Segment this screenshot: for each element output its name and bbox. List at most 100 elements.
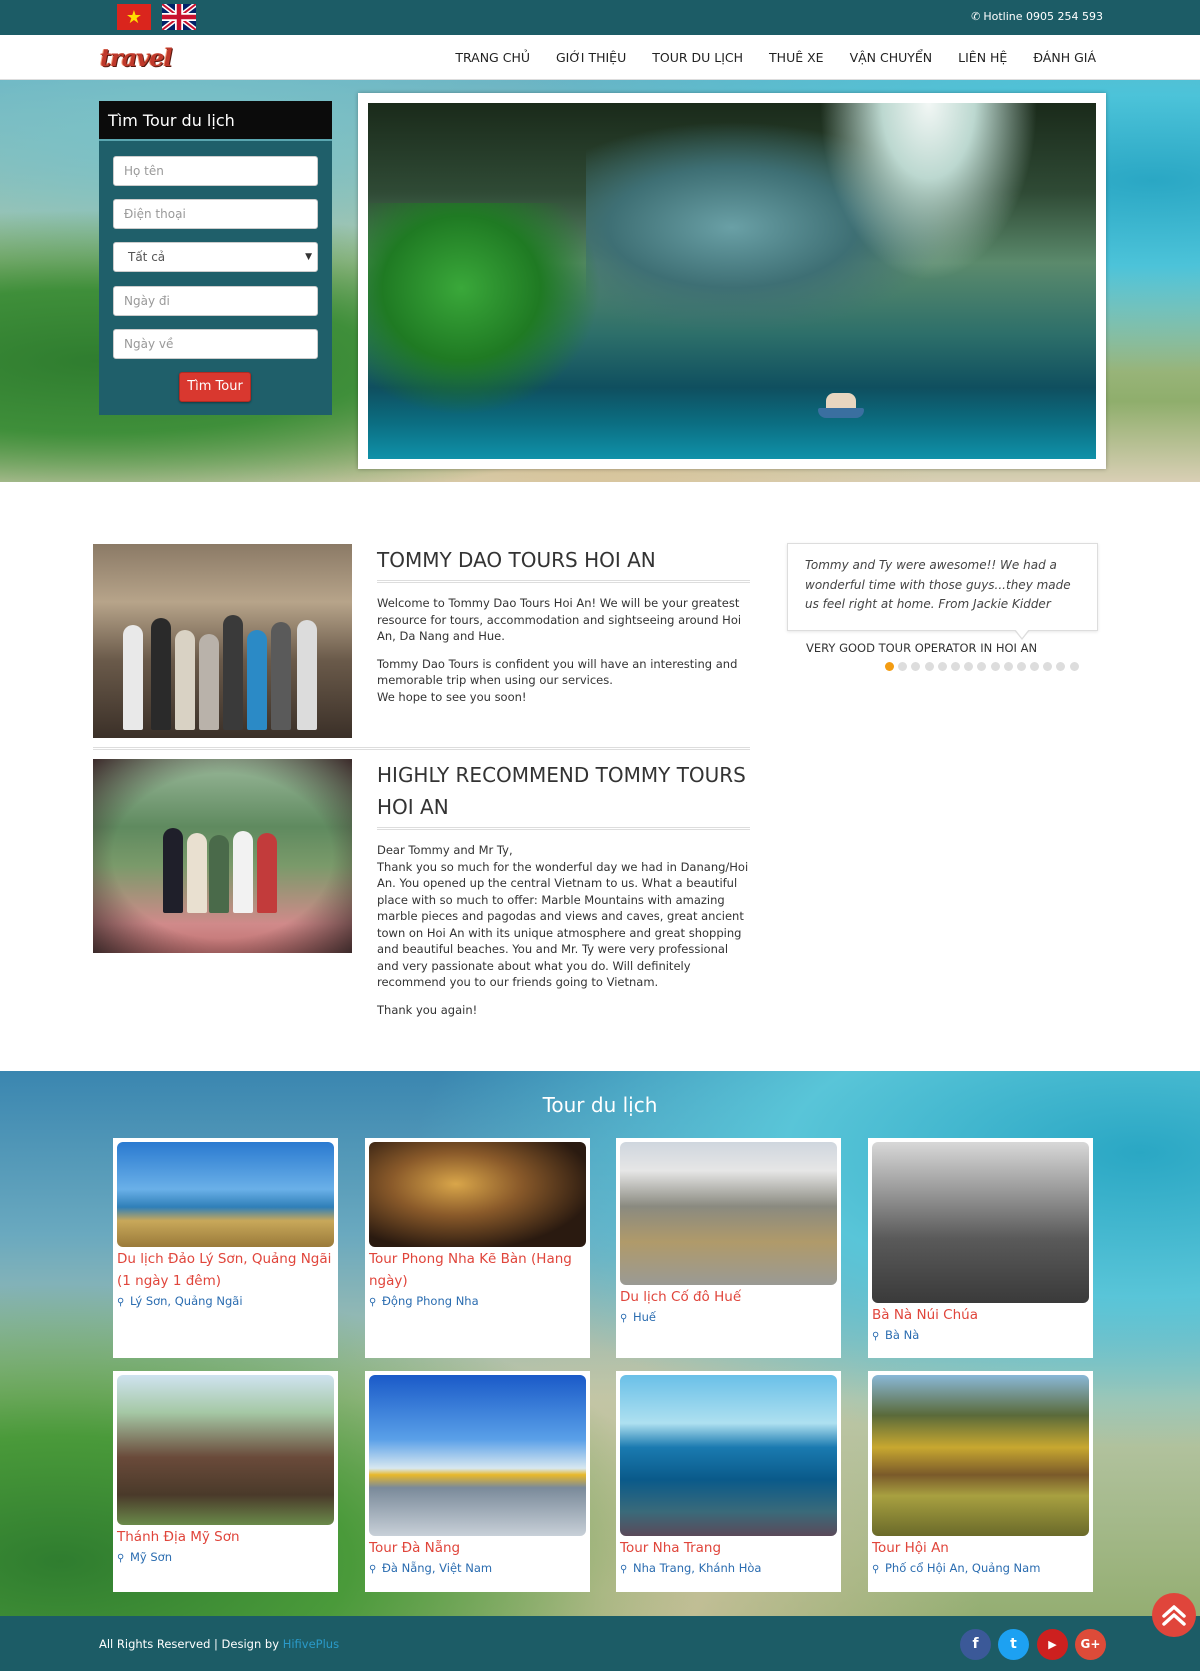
- tour-card[interactable]: Tour Đà Nẵng ⚲ Đà Nẵng, Việt Nam: [365, 1371, 590, 1592]
- story-paragraph: Dear Tommy and Mr Ty, Thank you so much …: [377, 843, 749, 989]
- story-title: HIGHLY RECOMMEND TOMMY TOURS HOI AN: [377, 759, 750, 830]
- site-logo[interactable]: travel: [100, 43, 173, 72]
- tour-location: ⚲ Phố cổ Hội An, Quảng Nam: [872, 1561, 1041, 1575]
- story-photo: [93, 544, 352, 738]
- nav-item-car-rental[interactable]: THUÊ XE: [769, 35, 824, 80]
- story-paragraph: Thank you again!: [377, 1002, 478, 1017]
- pagination-dot[interactable]: [924, 662, 934, 671]
- tour-name[interactable]: Tour Đà Nẵng: [369, 1536, 586, 1559]
- pagination-dot[interactable]: [1056, 662, 1066, 671]
- facebook-icon[interactable]: f: [960, 1629, 991, 1660]
- tour-card[interactable]: Thánh Địa Mỹ Sơn ⚲ Mỹ Sơn: [113, 1371, 338, 1592]
- pagination-dot[interactable]: [885, 662, 894, 671]
- story-content: HIGHLY RECOMMEND TOMMY TOURS HOI AN Dear…: [377, 759, 750, 1029]
- return-date-input[interactable]: [113, 329, 318, 359]
- map-pin-icon: ⚲: [872, 1331, 880, 1342]
- hotline-text: Hotline 0905 254 593: [983, 10, 1103, 23]
- tour-name[interactable]: Du lịch Cố đô Huế: [620, 1285, 837, 1308]
- nav-item-about[interactable]: GIỚI THIỆU: [556, 35, 626, 80]
- chevron-up-icon: [1162, 1605, 1186, 1626]
- pagination-dot[interactable]: [964, 662, 974, 671]
- footer: All Rights Reserved | Design by HifivePl…: [0, 1616, 1200, 1671]
- tour-card[interactable]: Tour Phong Nha Kẽ Bàn (Hang ngày) ⚲ Động …: [365, 1138, 590, 1358]
- map-pin-icon: ⚲: [369, 1297, 377, 1308]
- tour-card[interactable]: Tour Hội An ⚲ Phố cổ Hội An, Quảng Nam: [868, 1371, 1093, 1592]
- tours-section-title: Tour du lịch: [542, 1093, 658, 1117]
- tour-photo: [620, 1375, 837, 1536]
- phone-input[interactable]: [113, 199, 318, 229]
- back-to-top-button[interactable]: [1152, 1593, 1196, 1637]
- tour-location: ⚲ Lý Sơn, Quảng Ngãi: [117, 1294, 243, 1308]
- tour-card[interactable]: Tour Nha Trang ⚲ Nha Trang, Khánh Hòa: [616, 1371, 841, 1592]
- tour-name[interactable]: Tour Nha Trang: [620, 1536, 837, 1559]
- pagination-dot[interactable]: [1016, 662, 1026, 671]
- youtube-icon[interactable]: ▶: [1037, 1629, 1068, 1660]
- tour-name[interactable]: Bà Nà Núi Chúa: [872, 1303, 1089, 1326]
- tour-name[interactable]: Thánh Địa Mỹ Sơn: [117, 1525, 334, 1548]
- tour-name[interactable]: Tour Hội An: [872, 1536, 1089, 1559]
- tour-name[interactable]: Tour Phong Nha Kẽ Bàn (Hang ngày): [369, 1247, 586, 1292]
- category-select[interactable]: Tất cả ▼: [113, 242, 318, 272]
- name-input[interactable]: [113, 156, 318, 186]
- nav-item-transport[interactable]: VẬN CHUYỂN: [850, 35, 933, 80]
- tour-photo: [117, 1142, 334, 1247]
- twitter-icon[interactable]: t: [998, 1629, 1029, 1660]
- tour-location: ⚲ Mỹ Sơn: [117, 1550, 173, 1564]
- search-tour-button[interactable]: Tìm Tour: [179, 372, 251, 402]
- copyright-text: All Rights Reserved | Design by HifivePl…: [99, 1637, 340, 1651]
- tour-search-panel: Tìm Tour du lịch Tất cả ▼ Tìm Tour: [99, 101, 332, 415]
- pagination-dot[interactable]: [911, 662, 921, 671]
- pagination-dot[interactable]: [898, 662, 908, 671]
- tour-photo: [369, 1142, 586, 1247]
- story-title: TOMMY DAO TOURS HOI AN: [377, 544, 750, 583]
- story-paragraph: Tommy Dao Tours is confident you will ha…: [377, 656, 738, 704]
- story-photo: [93, 759, 352, 953]
- tour-location: ⚲ Đà Nẵng, Việt Nam: [369, 1561, 493, 1575]
- main-navbar: travel TRANG CHỦ GIỚI THIỆU TOUR DU LỊCH…: [0, 35, 1200, 80]
- testimonial-author: VERY GOOD TOUR OPERATOR IN HOI AN: [806, 641, 1038, 655]
- testimonial-quote: Tommy and Ty were awesome!! We had a won…: [787, 543, 1098, 640]
- testimonial-pagination: [885, 662, 1083, 671]
- pagination-dot[interactable]: [990, 662, 1000, 671]
- designer-link[interactable]: HifivePlus: [283, 1637, 339, 1651]
- tour-photo: [620, 1142, 837, 1285]
- nav-item-contact[interactable]: LIÊN HỆ: [958, 35, 1007, 80]
- tour-name[interactable]: Du lịch Đảo Lý Sơn, Quảng Ngãi (1 ngày 1…: [117, 1247, 334, 1292]
- tour-photo: [117, 1375, 334, 1525]
- nav-item-reviews[interactable]: ĐÁNH GIÁ: [1033, 35, 1096, 80]
- map-pin-icon: ⚲: [620, 1313, 628, 1324]
- nav-item-tours[interactable]: TOUR DU LỊCH: [652, 35, 743, 80]
- boat-people-shape: [826, 393, 856, 409]
- story-paragraph: Welcome to Tommy Dao Tours Hoi An! We wi…: [377, 596, 742, 643]
- search-panel-title: Tìm Tour du lịch: [99, 101, 332, 141]
- pagination-dot[interactable]: [1043, 662, 1053, 671]
- pagination-dot[interactable]: [977, 662, 987, 671]
- map-pin-icon: ⚲: [872, 1564, 880, 1575]
- google-plus-icon[interactable]: G+: [1075, 1629, 1106, 1660]
- nav-item-home[interactable]: TRANG CHỦ: [455, 35, 530, 80]
- hotline[interactable]: ✆ Hotline 0905 254 593: [971, 10, 1103, 23]
- tour-card[interactable]: Du lịch Cố đô Huế ⚲ Huế: [616, 1138, 841, 1358]
- map-pin-icon: ⚲: [117, 1553, 125, 1564]
- tour-photo: [872, 1142, 1089, 1303]
- vietnam-flag-icon[interactable]: ★: [117, 4, 151, 30]
- tour-card[interactable]: Bà Nà Núi Chúa ⚲ Bà Nà: [868, 1138, 1093, 1358]
- tour-location: ⚲ Bà Nà: [872, 1328, 920, 1342]
- pagination-dot[interactable]: [1069, 662, 1079, 671]
- hero-slider[interactable]: [358, 93, 1106, 469]
- tour-photo: [872, 1375, 1089, 1536]
- tour-photo: [369, 1375, 586, 1536]
- uk-flag-icon[interactable]: [162, 4, 196, 30]
- pagination-dot[interactable]: [1003, 662, 1013, 671]
- pagination-dot[interactable]: [1030, 662, 1040, 671]
- tour-location: ⚲ Huế: [620, 1310, 657, 1324]
- depart-date-input[interactable]: [113, 286, 318, 316]
- pagination-dot[interactable]: [937, 662, 947, 671]
- map-pin-icon: ⚲: [369, 1564, 377, 1575]
- phone-icon: ✆: [971, 10, 981, 23]
- tour-card[interactable]: Du lịch Đảo Lý Sơn, Quảng Ngãi (1 ngày 1…: [113, 1138, 338, 1358]
- category-select-value: Tất cả: [128, 250, 166, 264]
- tour-location: ⚲ Động Phong Nha: [369, 1294, 479, 1308]
- pagination-dot[interactable]: [950, 662, 960, 671]
- story-content: TOMMY DAO TOURS HOI AN Welcome to Tommy …: [377, 544, 750, 716]
